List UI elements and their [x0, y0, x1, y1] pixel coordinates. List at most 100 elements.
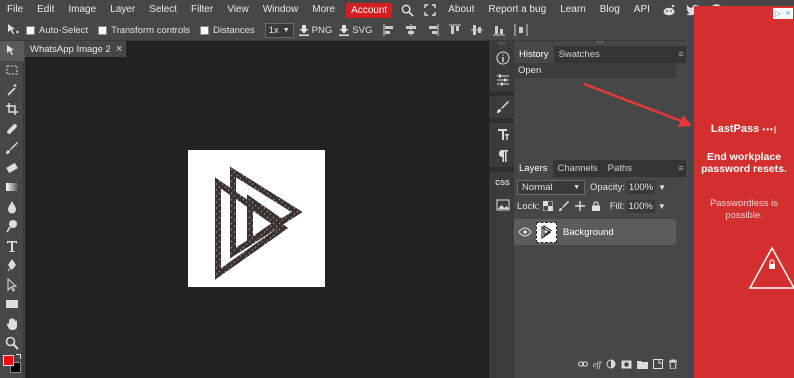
- link-icon[interactable]: [578, 360, 588, 368]
- lock-pixels-icon[interactable]: [558, 201, 569, 211]
- gradient-tool[interactable]: [0, 178, 24, 198]
- panel-menu-icon[interactable]: ≡: [676, 160, 686, 177]
- opacity-dropdown-icon[interactable]: ▼: [658, 183, 666, 192]
- adjustment-icon[interactable]: [606, 359, 616, 369]
- type-tool[interactable]: [0, 236, 24, 256]
- export-svg-button[interactable]: SVG: [338, 24, 372, 36]
- search-icon[interactable]: [401, 2, 414, 18]
- pen-tool[interactable]: [0, 256, 24, 276]
- mini-panel: «» CSS: [489, 41, 514, 378]
- dodge-icon: [6, 220, 17, 233]
- document-tab[interactable]: WhatsApp Image 2(0 ×: [25, 41, 126, 57]
- ad-close-icon[interactable]: ×: [783, 8, 793, 19]
- tab-history[interactable]: History: [514, 46, 554, 63]
- menu-filter[interactable]: Filter: [184, 0, 220, 20]
- tab-swatches[interactable]: Swatches: [554, 46, 605, 63]
- export-png-button[interactable]: PNG: [298, 24, 332, 36]
- swap-colors-icon[interactable]: [16, 354, 21, 359]
- menu-select[interactable]: Select: [142, 0, 184, 20]
- align-center-icon[interactable]: [404, 23, 418, 37]
- menu-learn[interactable]: Learn: [553, 0, 593, 20]
- tab-paths[interactable]: Paths: [603, 160, 637, 177]
- download-icon: [298, 25, 309, 36]
- tab-layers[interactable]: Layers: [514, 160, 553, 177]
- lock-position-icon[interactable]: [574, 201, 585, 211]
- menu-window[interactable]: Window: [256, 0, 306, 20]
- align-bottom-icon[interactable]: [492, 23, 506, 37]
- menu-file[interactable]: File: [0, 0, 30, 20]
- color-swatches[interactable]: [0, 353, 24, 375]
- menu-edit[interactable]: Edit: [30, 0, 61, 20]
- trash-icon[interactable]: [668, 359, 678, 369]
- blur-tool[interactable]: [0, 197, 24, 217]
- character-button[interactable]: [490, 123, 515, 145]
- fill-dropdown-icon[interactable]: ▼: [658, 202, 666, 211]
- menu-image[interactable]: Image: [61, 0, 103, 20]
- image-panel-button[interactable]: [490, 194, 515, 216]
- lock-label: Lock:: [517, 200, 540, 212]
- effects-icon[interactable]: eff: [593, 360, 601, 369]
- menu-layer[interactable]: Layer: [103, 0, 142, 20]
- dodge-tool[interactable]: [0, 217, 24, 237]
- distribute-icon[interactable]: [514, 23, 528, 37]
- eye-icon[interactable]: [518, 227, 532, 237]
- paragraph-button[interactable]: [490, 145, 515, 167]
- document-title-text: WhatsApp Image 2(: [30, 43, 110, 55]
- properties-button[interactable]: [490, 69, 515, 91]
- brush-tool[interactable]: [0, 139, 24, 159]
- opacity-input[interactable]: 100%: [626, 180, 656, 194]
- close-tab-icon[interactable]: ×: [116, 43, 122, 55]
- blend-mode-select[interactable]: Normal ▼: [517, 179, 585, 195]
- lock-transparency-icon[interactable]: [542, 201, 553, 211]
- account-button[interactable]: Account: [346, 2, 393, 18]
- transform-controls-checkbox[interactable]: Transform controls: [98, 25, 190, 36]
- fill-input[interactable]: 100%: [626, 199, 655, 213]
- shape-tool[interactable]: [0, 295, 24, 315]
- ad-info-icon[interactable]: ▷: [773, 8, 783, 19]
- path-select-tool[interactable]: [0, 275, 24, 295]
- new-folder-icon[interactable]: [637, 360, 648, 369]
- zoom-tool[interactable]: [0, 334, 24, 354]
- ad-choices-badge[interactable]: ▷ ×: [773, 8, 793, 19]
- auto-select-checkbox[interactable]: Auto-Select: [26, 25, 88, 36]
- css-label: CSS: [495, 179, 510, 187]
- history-entry[interactable]: Open: [514, 63, 676, 78]
- menu-report-bug[interactable]: Report a bug: [481, 0, 553, 20]
- menu-view[interactable]: View: [220, 0, 256, 20]
- marquee-tool[interactable]: [0, 61, 24, 81]
- hand-tool[interactable]: [0, 314, 24, 334]
- triangle-logo-image: [215, 166, 303, 280]
- menu-api[interactable]: API: [627, 0, 657, 20]
- fullscreen-icon[interactable]: [424, 2, 436, 18]
- distances-checkbox[interactable]: Distances: [199, 25, 255, 36]
- move-tool[interactable]: [0, 41, 24, 61]
- export-scale-select[interactable]: 1x ▼: [264, 22, 294, 38]
- panel-menu-icon[interactable]: ≡: [676, 46, 686, 63]
- lock-row: Lock: Fill: 100% ▼: [514, 197, 686, 215]
- reddit-icon[interactable]: [662, 2, 676, 18]
- tab-channels[interactable]: Channels: [553, 160, 603, 177]
- crop-tool[interactable]: [0, 100, 24, 120]
- move-tool-icon[interactable]: [0, 23, 26, 37]
- align-right-icon[interactable]: [426, 23, 440, 37]
- lock-all-icon[interactable]: [591, 201, 601, 211]
- menu-more[interactable]: More: [305, 0, 342, 20]
- align-middle-icon[interactable]: [470, 23, 484, 37]
- mask-icon[interactable]: [621, 360, 632, 369]
- new-layer-icon[interactable]: [653, 359, 663, 369]
- foreground-color-swatch[interactable]: [3, 355, 14, 366]
- menu-about[interactable]: About: [441, 0, 481, 20]
- align-left-icon[interactable]: [382, 23, 396, 37]
- advertisement[interactable]: LastPass •••| End workplace password res…: [694, 6, 794, 378]
- menu-blog[interactable]: Blog: [593, 0, 627, 20]
- css-button[interactable]: CSS: [490, 172, 515, 194]
- align-top-icon[interactable]: [448, 23, 462, 37]
- info-button[interactable]: [490, 47, 515, 69]
- image-canvas[interactable]: [188, 150, 325, 287]
- brush-icon: [496, 101, 509, 113]
- brush-panel-button[interactable]: [490, 96, 515, 118]
- magic-wand-tool[interactable]: [0, 80, 24, 100]
- layer-row[interactable]: Background: [514, 219, 676, 245]
- eraser-tool[interactable]: [0, 158, 24, 178]
- healing-tool[interactable]: [0, 119, 24, 139]
